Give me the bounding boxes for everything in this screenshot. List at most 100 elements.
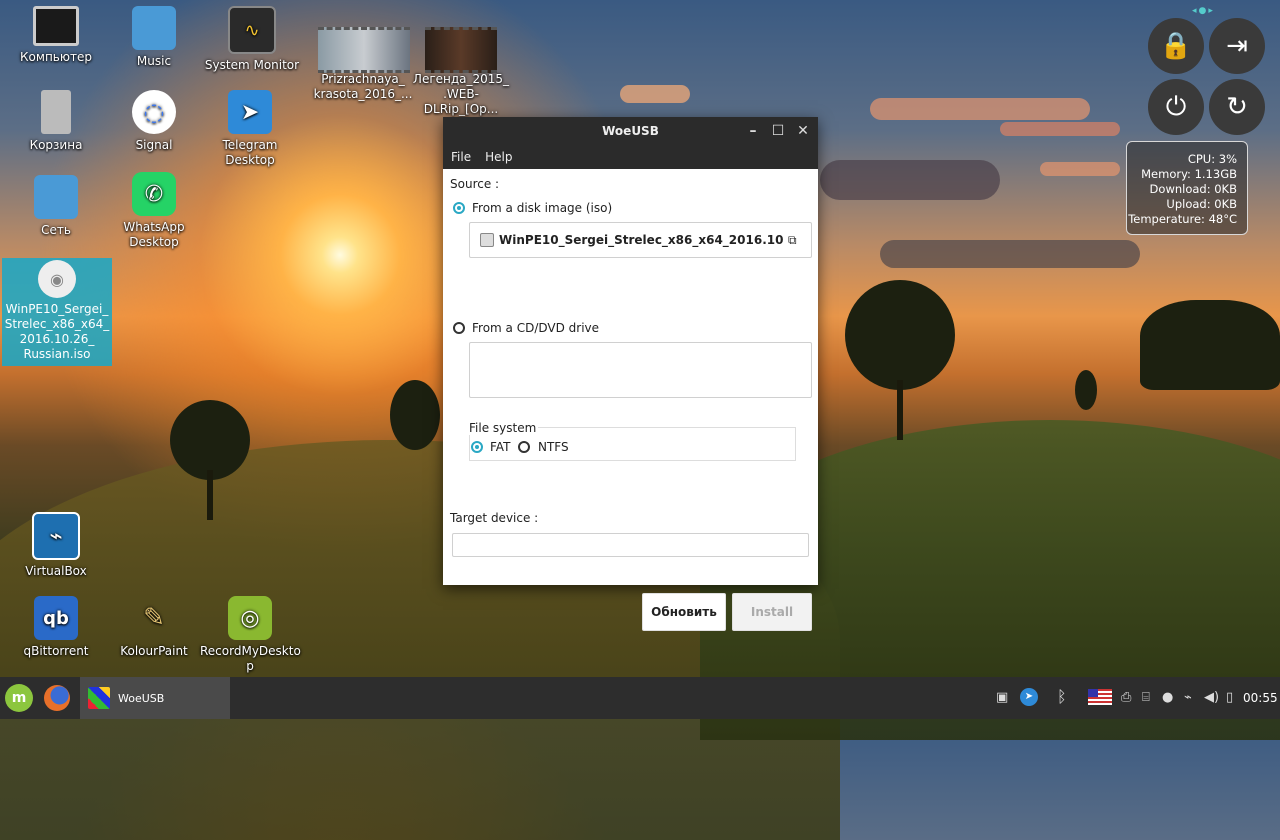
desktop-icon-virtualbox[interactable]: ⌁ VirtualBox	[6, 512, 106, 579]
telegram-tray-icon[interactable]: ➤	[1020, 688, 1038, 706]
desktop-icon-network[interactable]: Сеть	[6, 175, 106, 238]
woeusb-icon	[88, 687, 110, 709]
paintbrush-icon: ✎	[143, 603, 165, 633]
desktop-icon-label: Signal	[135, 138, 173, 152]
restart-button[interactable]: ↻	[1209, 79, 1265, 135]
woeusb-window: WoeUSB – ☐ ✕ File Help Source : From a d…	[443, 117, 818, 631]
fat-radio[interactable]	[471, 441, 483, 453]
volume-icon[interactable]: ◀)	[1204, 690, 1219, 705]
task-woeusb[interactable]: WoeUSB	[80, 677, 230, 719]
close-button[interactable]: ✕	[793, 121, 813, 141]
system-monitor-icon: ∿	[228, 6, 276, 54]
window-title: WoeUSB	[602, 124, 659, 138]
from-cd-radio[interactable]	[453, 322, 465, 334]
keyboard-layout-flag-icon[interactable]	[1088, 689, 1112, 705]
cd-drive-list[interactable]	[469, 342, 812, 398]
desktop-icon-video-2[interactable]: Легенда_2015_ .WEB-DLRip_[Op...	[411, 72, 511, 117]
cpu-readout: CPU: 3%	[1187, 152, 1237, 166]
record-icon: ◎	[228, 596, 272, 640]
temperature-readout: Temperature: 48°C	[1128, 212, 1237, 226]
battery-icon[interactable]: ▯	[1226, 690, 1233, 705]
desktop-icon-qbittorrent[interactable]: qb qBittorrent	[6, 596, 106, 659]
desktop-icon-whatsapp[interactable]: ✆ WhatsApp Desktop	[104, 172, 204, 250]
desktop-icon-label: qBittorrent	[23, 644, 89, 658]
desktop-icon-label: Telegram Desktop	[222, 138, 278, 167]
video-thumbnail-icon	[425, 27, 497, 73]
ntfs-label[interactable]: NTFS	[538, 440, 569, 454]
folder-icon	[132, 6, 176, 50]
task-label: WoeUSB	[118, 691, 165, 705]
desktop-icon-label: Корзина	[29, 138, 83, 152]
telegram-icon: ➤	[228, 90, 272, 134]
desktop-icon-iso[interactable]: ◉ WinPE10_Sergei_ Strelec_x86_x64_ 2016.…	[2, 258, 112, 366]
panel-dots-icon: ◂●▸	[1192, 6, 1215, 16]
from-image-label[interactable]: From a disk image (iso)	[472, 201, 612, 215]
disc-file-icon	[480, 233, 494, 247]
mint-logo-icon: m	[5, 684, 33, 712]
desktop-icon-system-monitor[interactable]: ∿ System Monitor	[202, 6, 302, 73]
mint-menu-button[interactable]: m	[4, 680, 34, 716]
desktop-icon-kolourpaint[interactable]: ✎ KolourPaint	[104, 596, 204, 659]
desktop-icon-label: RecordMyDeskto p	[200, 644, 301, 673]
menu-help[interactable]: Help	[485, 150, 512, 164]
desktop-icon-music[interactable]: Music	[104, 6, 204, 69]
image-file-chooser[interactable]: WinPE10_Sergei_Strelec_x86_x64_2016.10..…	[469, 222, 812, 258]
window-titlebar[interactable]: WoeUSB – ☐ ✕	[443, 117, 818, 145]
system-monitor-widget: CPU: 3% Memory: 1.13GB Download: 0KB Upl…	[1126, 141, 1248, 235]
user-icon[interactable]: ●	[1162, 690, 1173, 705]
network-folder-icon	[34, 175, 78, 219]
monitor-icon	[33, 6, 79, 46]
desktop-icon-label: KolourPaint	[120, 644, 188, 658]
target-device-list[interactable]	[452, 533, 809, 557]
desktop-icon-label: Компьютер	[20, 50, 92, 64]
maximize-button[interactable]: ☐	[768, 121, 788, 141]
desktop-icon-telegram[interactable]: ➤ Telegram Desktop	[200, 90, 300, 168]
target-device-label: Target device :	[450, 511, 539, 525]
clock[interactable]: 00:55	[1243, 691, 1278, 705]
window-content: Source : From a disk image (iso) WinPE10…	[443, 169, 818, 631]
disc-image-icon: ◉	[38, 260, 76, 298]
signal-icon: ◌	[132, 90, 176, 134]
install-button[interactable]: Install	[732, 593, 812, 631]
virtualbox-icon: ⌁	[32, 512, 80, 560]
desktop-icon-label: Легенда_2015_ .WEB-DLRip_[Op...	[412, 72, 510, 116]
ntfs-radio[interactable]	[518, 441, 530, 453]
menu-file[interactable]: File	[451, 150, 471, 164]
printer-icon[interactable]: ⎙	[1121, 690, 1131, 705]
network-icon[interactable]: ⌁	[1184, 690, 1192, 705]
logout-button[interactable]: ⇥	[1209, 18, 1265, 74]
screen-icon[interactable]: ▣	[996, 690, 1008, 705]
desktop-icon-label: WhatsApp Desktop	[123, 220, 185, 249]
desktop-icon-trash[interactable]: Корзина	[6, 90, 106, 153]
filesystem-label: File system	[469, 421, 539, 435]
desktop-icon-label: VirtualBox	[25, 564, 87, 578]
firefox-icon	[44, 685, 70, 711]
lock-button[interactable]: 🔒	[1148, 18, 1204, 74]
desktop-icon-label: Prizrachnaya_ krasota_2016_...	[313, 72, 413, 101]
from-cd-label[interactable]: From a CD/DVD drive	[472, 321, 599, 335]
clipboard-icon[interactable]: ⌸	[1142, 690, 1150, 705]
image-file-name: WinPE10_Sergei_Strelec_x86_x64_2016.10..…	[499, 233, 784, 247]
video-thumbnail-icon	[318, 27, 410, 73]
desktop-icon-signal[interactable]: ◌ Signal	[104, 90, 204, 153]
refresh-button[interactable]: Обновить	[642, 593, 726, 631]
open-file-icon[interactable]: ⧉	[788, 233, 797, 248]
minimize-button[interactable]: –	[743, 121, 763, 141]
source-label: Source :	[450, 177, 500, 191]
desktop-icon-label: WinPE10_Sergei_ Strelec_x86_x64_ 2016.10…	[4, 302, 110, 361]
desktop-icon-video-1[interactable]: Prizrachnaya_ krasota_2016_...	[313, 72, 413, 102]
desktop-icon-label: System Monitor	[204, 58, 300, 72]
trash-icon	[41, 90, 71, 134]
bluetooth-icon[interactable]: ᛒ	[1057, 687, 1067, 706]
whatsapp-icon: ✆	[132, 172, 176, 216]
from-image-radio[interactable]	[453, 202, 465, 214]
qbittorrent-icon: qb	[34, 596, 78, 640]
taskbar: m WoeUSB ▣ ➤ ᛒ ⎙ ⌸ ● ⌁ ◀) ▯ 00:55	[0, 677, 1280, 719]
shutdown-button[interactable]: ⏻	[1148, 79, 1204, 135]
download-readout: Download: 0KB	[1149, 182, 1237, 196]
desktop-icon-computer[interactable]: Компьютер	[6, 6, 106, 65]
desktop-icon-label: Сеть	[41, 223, 71, 237]
firefox-launcher[interactable]	[42, 680, 72, 716]
fat-label[interactable]: FAT	[490, 440, 510, 454]
desktop-icon-recordmydesktop[interactable]: ◎ RecordMyDeskto p	[200, 596, 301, 674]
